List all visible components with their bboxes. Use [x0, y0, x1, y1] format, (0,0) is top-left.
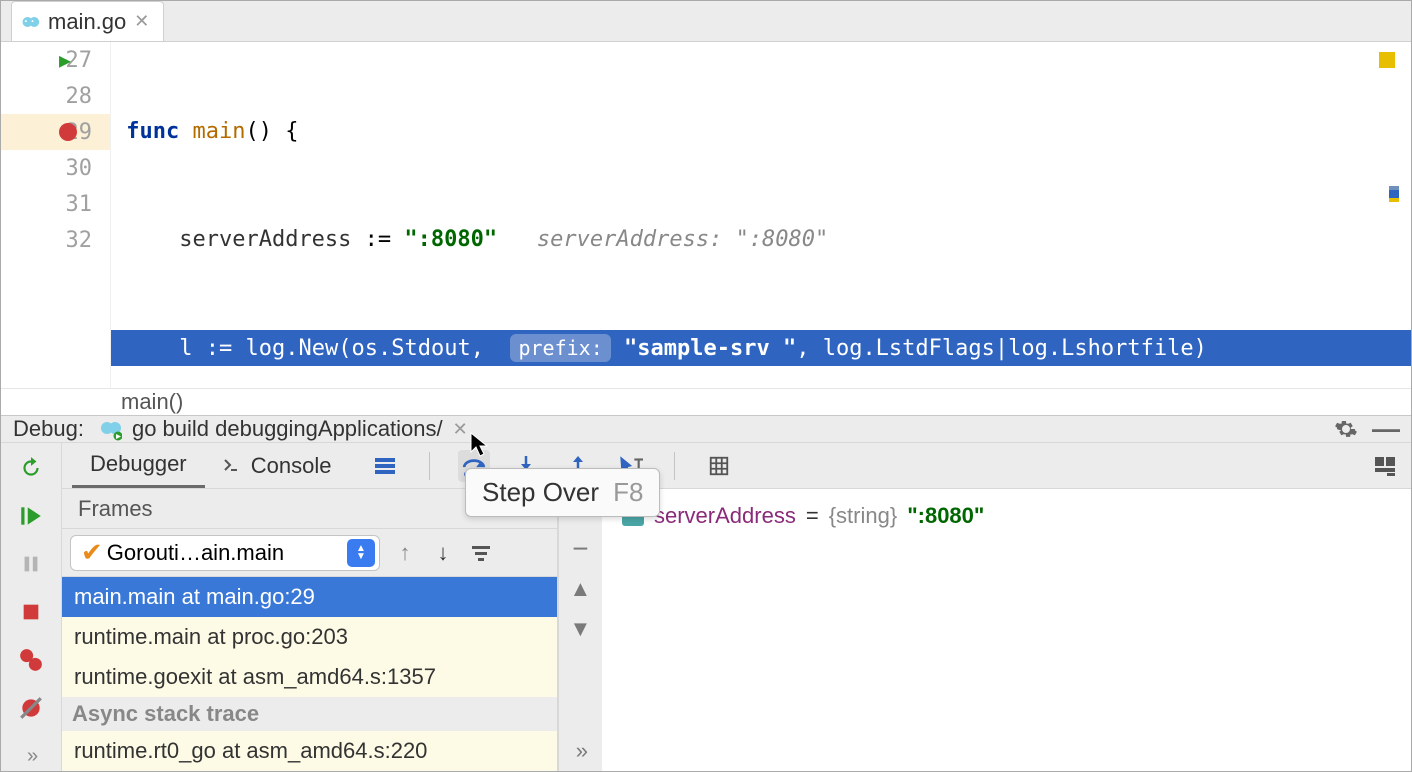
prev-frame-button[interactable]: ↑	[392, 540, 418, 566]
scroll-up-button[interactable]: ▲	[570, 569, 592, 609]
next-frame-button[interactable]: ↓	[430, 540, 456, 566]
updown-icon[interactable]: ▲▼	[347, 539, 375, 567]
debug-toolbar: Debugger Console	[62, 443, 1411, 489]
frames-panel: Frames ✔ Gorouti…ain.main ▲▼ ↑ ↓	[62, 489, 558, 771]
tab-filename: main.go	[48, 9, 126, 35]
variables-panel: serverAddress = {string} ":8080"	[602, 489, 1411, 771]
remove-watch-button[interactable]: −	[572, 529, 588, 569]
go-run-icon	[98, 417, 122, 441]
close-icon[interactable]: ✕	[453, 419, 468, 440]
close-icon[interactable]: ✕	[134, 11, 149, 32]
evaluate-button[interactable]	[703, 450, 735, 482]
go-file-icon	[20, 12, 40, 32]
debug-left-rail: »	[1, 443, 61, 771]
stack-frame[interactable]: runtime.main at proc.go:203	[62, 617, 557, 657]
gutter-line[interactable]: 32	[1, 222, 110, 258]
console-icon	[223, 453, 239, 478]
gutter-line[interactable]: 31	[1, 186, 110, 222]
stack-frame[interactable]: runtime.rt0_go at asm_amd64.s:220	[62, 731, 557, 771]
gutter: ▶27 28 29 30 31 32	[1, 42, 111, 388]
code-editor: ▶27 28 29 30 31 32 func main() { serverA…	[1, 42, 1411, 415]
async-stack-header: Async stack trace	[62, 697, 557, 731]
resume-button[interactable]	[16, 501, 46, 531]
gutter-line[interactable]: ▶27	[1, 42, 110, 78]
breadcrumb[interactable]: main()	[1, 388, 1411, 415]
tab-console[interactable]: Console	[205, 445, 350, 487]
tab-debugger[interactable]: Debugger	[72, 443, 205, 488]
tooltip-step-over: Step Over F8	[465, 468, 660, 517]
stack-list: main.main at main.go:29 runtime.main at …	[62, 577, 557, 771]
stop-button[interactable]	[16, 597, 46, 627]
mute-breakpoints-button[interactable]	[16, 693, 46, 723]
stack-frame[interactable]: runtime.goexit at asm_amd64.s:1357	[62, 657, 557, 697]
gear-icon[interactable]	[1333, 416, 1359, 442]
debug-body: » Debugger Console	[1, 443, 1411, 771]
code-lines[interactable]: func main() { serverAddress := ":8080" s…	[111, 42, 1411, 388]
editor-tab-main[interactable]: main.go ✕	[11, 1, 164, 41]
debug-label: Debug:	[13, 416, 84, 442]
frames-right-rail: + − ▲ ▼ »	[558, 489, 602, 771]
gutter-line[interactable]: 28	[1, 78, 110, 114]
gutter-line[interactable]: 30	[1, 150, 110, 186]
layout-button[interactable]	[1369, 450, 1401, 482]
rerun-button[interactable]	[16, 453, 46, 483]
goroutine-selector[interactable]: ✔ Gorouti…ain.main ▲▼	[70, 535, 380, 571]
debug-header: Debug: go build debuggingApplications/ ✕…	[1, 415, 1411, 443]
cursor-icon	[470, 432, 490, 464]
filter-icon[interactable]	[468, 540, 494, 566]
variable-row[interactable]: serverAddress = {string} ":8080"	[622, 503, 1391, 529]
gutter-line[interactable]: 29	[1, 114, 110, 150]
breakpoint-icon[interactable]	[59, 123, 77, 141]
view-breakpoints-button[interactable]	[16, 645, 46, 675]
scroll-down-button[interactable]: ▼	[570, 609, 592, 649]
check-icon: ✔	[81, 537, 103, 568]
run-icon[interactable]: ▶	[59, 48, 71, 72]
run-config-name[interactable]: go build debuggingApplications/	[132, 416, 443, 442]
threads-icon[interactable]	[369, 450, 401, 482]
more-button[interactable]: »	[576, 731, 585, 771]
minimize-icon[interactable]: —	[1373, 416, 1399, 442]
stack-frame[interactable]: main.main at main.go:29	[62, 577, 557, 617]
editor-tabbar: main.go ✕	[1, 1, 1411, 42]
more-button[interactable]: »	[16, 741, 46, 771]
pause-button[interactable]	[16, 549, 46, 579]
